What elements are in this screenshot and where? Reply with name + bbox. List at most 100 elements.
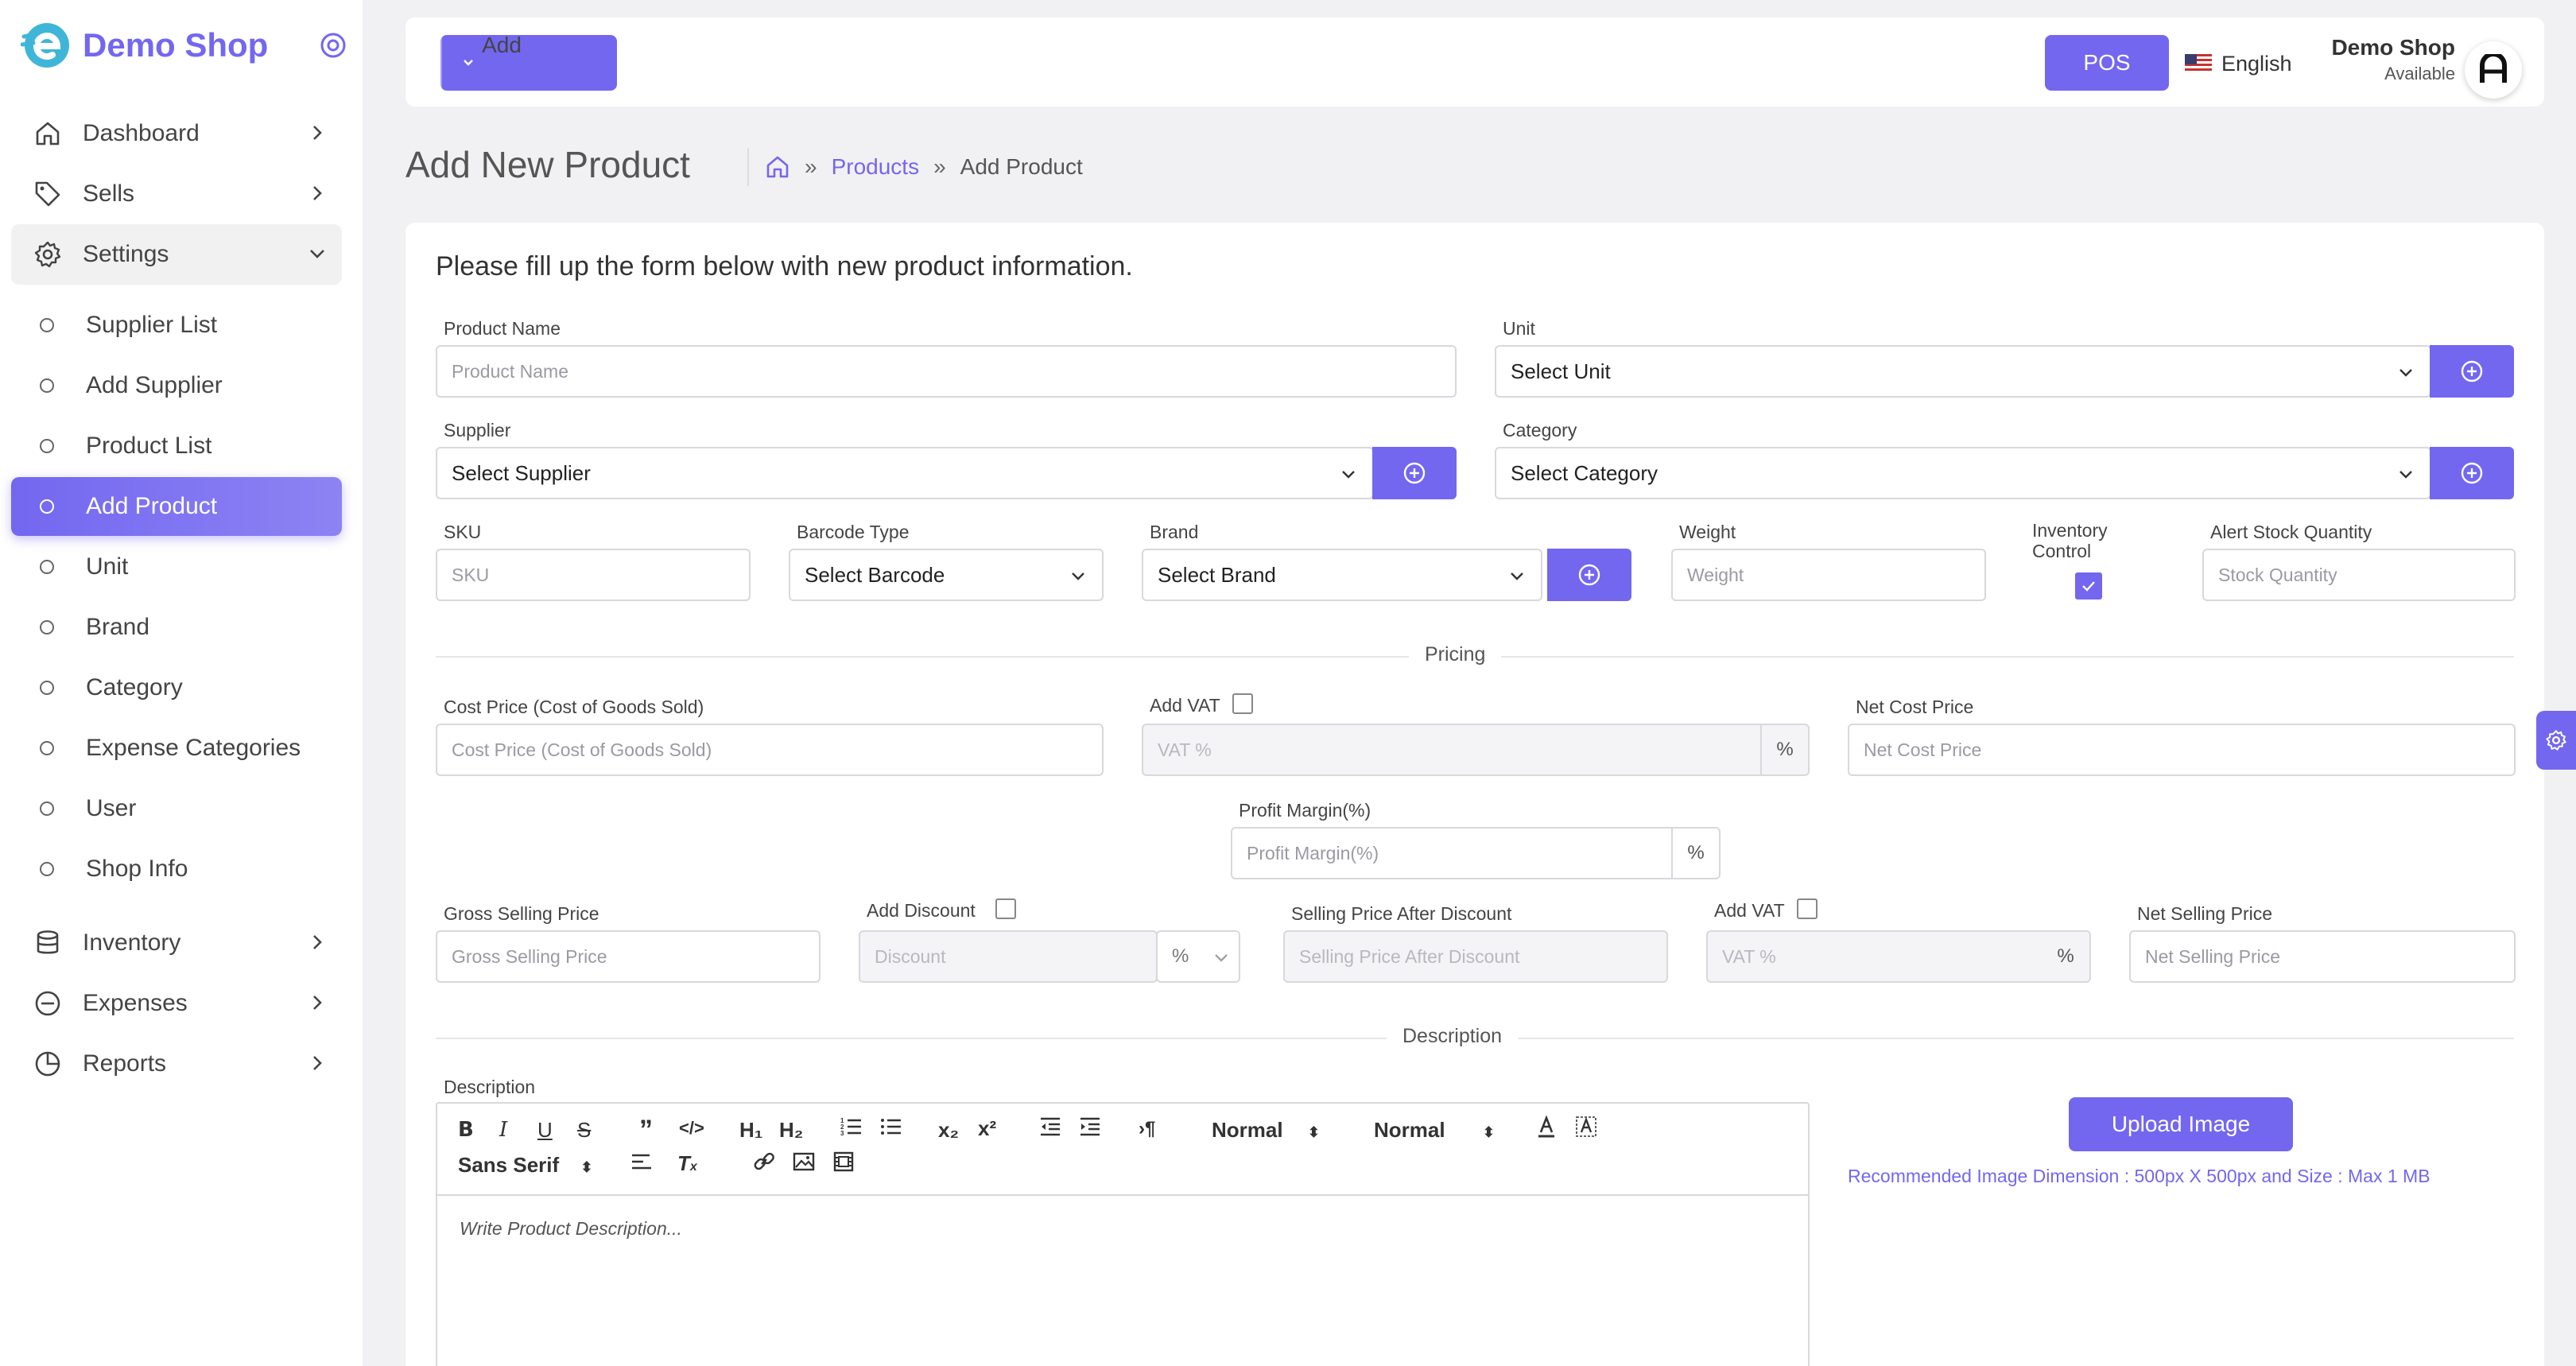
percent-suffix: %: [2057, 945, 2074, 967]
cost-price-input[interactable]: Cost Price (Cost of Goods Sold): [436, 724, 1104, 776]
bold-icon[interactable]: B: [458, 1118, 474, 1142]
percent-suffix: %: [1671, 829, 1719, 878]
upload-image-note: Recommended Image Dimension : 500px X 50…: [1848, 1166, 2431, 1186]
inventory-control-checkbox[interactable]: [2075, 572, 2102, 600]
alert-stock-input[interactable]: Stock Quantity: [2202, 549, 2516, 601]
sidebar-subitem-user[interactable]: User: [11, 779, 342, 838]
subscript-icon[interactable]: x₂: [938, 1118, 959, 1143]
image-icon[interactable]: [792, 1150, 816, 1179]
add-button-label[interactable]: Add: [440, 34, 563, 56]
ordered-list-icon[interactable]: 123: [840, 1115, 863, 1144]
unit-select-value: Select Unit: [1511, 359, 1611, 383]
weight-input[interactable]: Weight: [1671, 549, 1986, 601]
sidebar-item-sells[interactable]: Sells: [11, 164, 342, 224]
sidebar-subitem-add-product[interactable]: Add Product: [11, 477, 342, 536]
superscript-icon[interactable]: x²: [978, 1116, 996, 1141]
sidebar-subitem-add-supplier[interactable]: Add Supplier: [11, 356, 342, 415]
unit-select[interactable]: Select Unit: [1495, 345, 2431, 398]
sidebar-subitem-brand[interactable]: Brand: [11, 598, 342, 657]
sidebar-subitem-product-list[interactable]: Product List: [11, 417, 342, 475]
add-split-button[interactable]: Add: [440, 34, 617, 91]
strikethrough-icon[interactable]: S: [577, 1118, 591, 1143]
breadcrumb-products-link[interactable]: Products: [832, 154, 920, 180]
sidebar-subitem-supplier-list[interactable]: Supplier List: [11, 296, 342, 355]
heading-select[interactable]: Normal ⬍: [1212, 1118, 1320, 1143]
background-color-icon[interactable]: [1574, 1115, 1598, 1144]
text-color-icon[interactable]: [1534, 1115, 1558, 1144]
product-name-input[interactable]: Product Name: [436, 345, 1457, 398]
discount-type-select[interactable]: %: [1156, 930, 1240, 983]
sidebar-item-settings[interactable]: Settings: [11, 224, 342, 285]
blockquote-icon[interactable]: ”: [639, 1115, 653, 1146]
after-discount-input[interactable]: Selling Price After Discount: [1283, 930, 1668, 983]
link-icon[interactable]: [752, 1150, 776, 1179]
add-unit-button[interactable]: [2430, 345, 2514, 398]
user-info[interactable]: Demo Shop Available: [2314, 35, 2455, 84]
sidebar-subitem-shop-info[interactable]: Shop Info: [11, 840, 342, 898]
home-icon[interactable]: [765, 154, 790, 180]
add-supplier-button[interactable]: [1372, 447, 1457, 499]
sidebar-item-label: Expenses: [83, 990, 188, 1016]
gross-selling-input[interactable]: Gross Selling Price: [436, 930, 821, 983]
sidebar-item-dashboard[interactable]: Dashboard: [11, 103, 342, 164]
heading1-icon[interactable]: H₁: [739, 1118, 763, 1143]
pos-button[interactable]: POS: [2045, 35, 2169, 91]
add-brand-button[interactable]: [1547, 549, 1631, 601]
add-vat-label: Add VAT: [1150, 695, 1220, 716]
net-selling-input[interactable]: Net Selling Price: [2129, 930, 2516, 983]
bullet-list-icon[interactable]: [879, 1115, 903, 1144]
barcode-type-select[interactable]: Select Barcode: [789, 549, 1104, 601]
plus-circle-icon: [2461, 360, 2483, 382]
upload-image-button[interactable]: Upload Image: [2069, 1097, 2293, 1151]
font-select[interactable]: Sans Serif ⬍: [458, 1153, 593, 1178]
italic-icon[interactable]: I: [499, 1118, 507, 1142]
heading2-icon[interactable]: H₂: [779, 1118, 803, 1143]
avatar[interactable]: [2465, 41, 2522, 99]
discount-input[interactable]: Discount: [859, 930, 1158, 983]
sidebar-item-inventory[interactable]: Inventory: [11, 913, 342, 973]
supplier-select[interactable]: Select Supplier: [436, 447, 1374, 499]
updown-icon: ⬍: [580, 1159, 593, 1175]
net-cost-label: Net Cost Price: [1856, 697, 1974, 717]
brand[interactable]: Demo Shop: [21, 17, 347, 73]
add-vat-checkbox[interactable]: [1232, 693, 1253, 714]
text-direction-icon[interactable]: ›¶: [1139, 1118, 1155, 1140]
gear-icon: [34, 241, 61, 268]
sidebar-subitem-category[interactable]: Category: [11, 658, 342, 717]
sku-input[interactable]: SKU: [436, 549, 751, 601]
size-select[interactable]: Normal ⬍: [1374, 1118, 1495, 1143]
sidebar-subitem-unit[interactable]: Unit: [11, 537, 342, 596]
product-name-label: Product Name: [444, 318, 561, 339]
sidebar-item-reports[interactable]: Reports: [11, 1034, 342, 1094]
bullet-icon: [40, 741, 54, 755]
sidebar-item-label: Product List: [86, 433, 212, 459]
minus-circle-icon: [35, 991, 60, 1016]
align-icon[interactable]: [630, 1150, 654, 1179]
language-selector[interactable]: English: [2185, 49, 2292, 78]
sidebar-subitem-expense-categories[interactable]: Expense Categories: [11, 719, 342, 778]
add-vat-2-checkbox[interactable]: [1797, 898, 1818, 919]
description-section-title: Description: [1387, 1025, 1519, 1048]
us-flag-icon: [2185, 54, 2212, 73]
code-icon[interactable]: </>: [679, 1118, 704, 1139]
clear-format-icon[interactable]: Tx: [677, 1151, 697, 1176]
language-label: English: [2221, 51, 2292, 76]
underline-icon[interactable]: U: [537, 1118, 553, 1143]
heading-select-value: Normal: [1212, 1118, 1283, 1142]
description-editor[interactable]: B I U S ” </> H₁ H₂ 123 x₂ x² ›¶ Normal …: [436, 1102, 1810, 1366]
sidebar-toggle-icon[interactable]: [320, 32, 347, 59]
profit-margin-input[interactable]: Profit Margin(%) %: [1231, 827, 1721, 879]
vat-percent-2-input[interactable]: VAT % %: [1706, 930, 2091, 983]
inventory-control-label-line2: Control: [2032, 541, 2092, 561]
customizer-toggle[interactable]: [2536, 711, 2576, 770]
add-discount-checkbox[interactable]: [995, 898, 1016, 919]
video-icon[interactable]: [832, 1150, 855, 1179]
add-category-button[interactable]: [2430, 447, 2514, 499]
indent-icon[interactable]: [1078, 1115, 1102, 1144]
brand-select[interactable]: Select Brand: [1142, 549, 1542, 601]
category-select[interactable]: Select Category: [1495, 447, 2431, 499]
outdent-icon[interactable]: [1038, 1115, 1062, 1144]
vat-percent-input[interactable]: VAT % %: [1142, 724, 1810, 776]
sidebar-item-expenses[interactable]: Expenses: [11, 973, 342, 1034]
net-cost-input[interactable]: Net Cost Price: [1848, 724, 2516, 776]
